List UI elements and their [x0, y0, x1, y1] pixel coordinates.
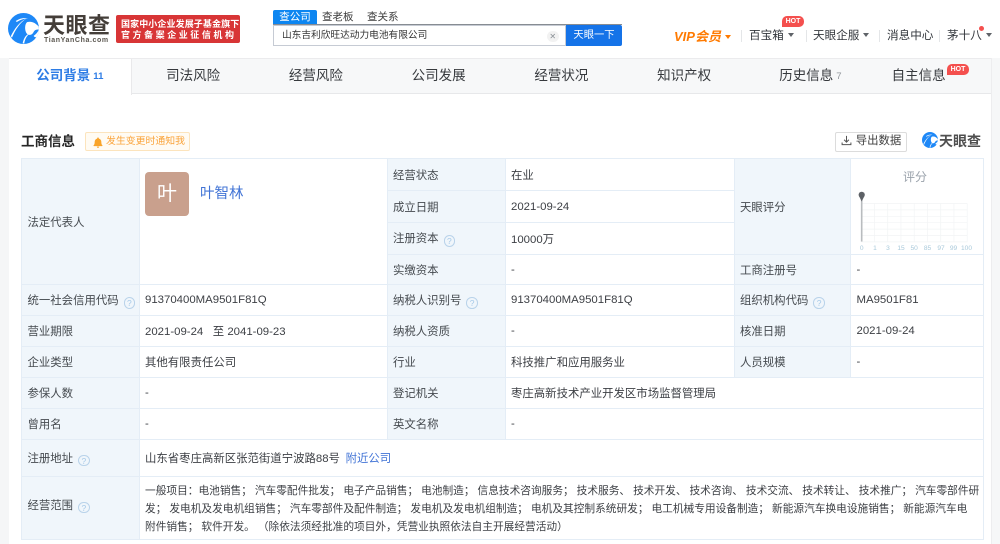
svg-text:50: 50	[911, 245, 919, 251]
svg-text:0: 0	[860, 245, 864, 251]
svg-text:评分: 评分	[903, 170, 927, 184]
svg-text:99: 99	[950, 245, 958, 251]
svg-text:1: 1	[873, 245, 877, 251]
svg-text:3: 3	[886, 245, 890, 251]
svg-text:85: 85	[924, 245, 932, 251]
svg-text:100: 100	[961, 245, 972, 251]
svg-text:15: 15	[897, 245, 905, 251]
svg-text:97: 97	[937, 245, 945, 251]
